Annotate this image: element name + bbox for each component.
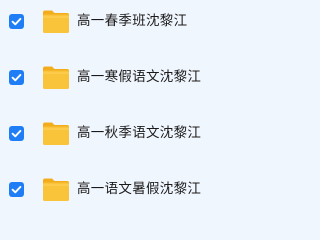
file-row[interactable]: 高一寒假语文沈黎江	[0, 60, 249, 94]
folder-icon	[42, 62, 70, 92]
checkbox-checked[interactable]	[9, 70, 24, 85]
checkmark-icon	[11, 129, 22, 138]
file-name[interactable]: 高一春季班沈黎江	[77, 12, 187, 30]
checkbox-checked[interactable]	[9, 14, 24, 29]
file-row[interactable]: 高一春季班沈黎江	[0, 4, 249, 38]
checkbox-checked[interactable]	[9, 182, 24, 197]
folder-icon	[42, 118, 70, 148]
file-name[interactable]: 高一语文暑假沈黎江	[77, 180, 201, 198]
folder-icon	[42, 174, 70, 204]
checkmark-icon	[11, 185, 22, 194]
checkmark-icon	[11, 17, 22, 26]
folder-icon	[42, 6, 70, 36]
checkbox-checked[interactable]	[9, 126, 24, 141]
file-row[interactable]: 高一秋季语文沈黎江	[0, 116, 249, 150]
checkmark-icon	[11, 73, 22, 82]
file-row[interactable]: 高一语文暑假沈黎江	[0, 172, 249, 206]
file-list: 高一春季班沈黎江 高一寒假语文沈黎江 高一秋季语文沈黎江 高一语文暑假沈黎江	[0, 0, 249, 209]
file-name[interactable]: 高一寒假语文沈黎江	[77, 68, 201, 86]
file-name[interactable]: 高一秋季语文沈黎江	[77, 124, 201, 142]
